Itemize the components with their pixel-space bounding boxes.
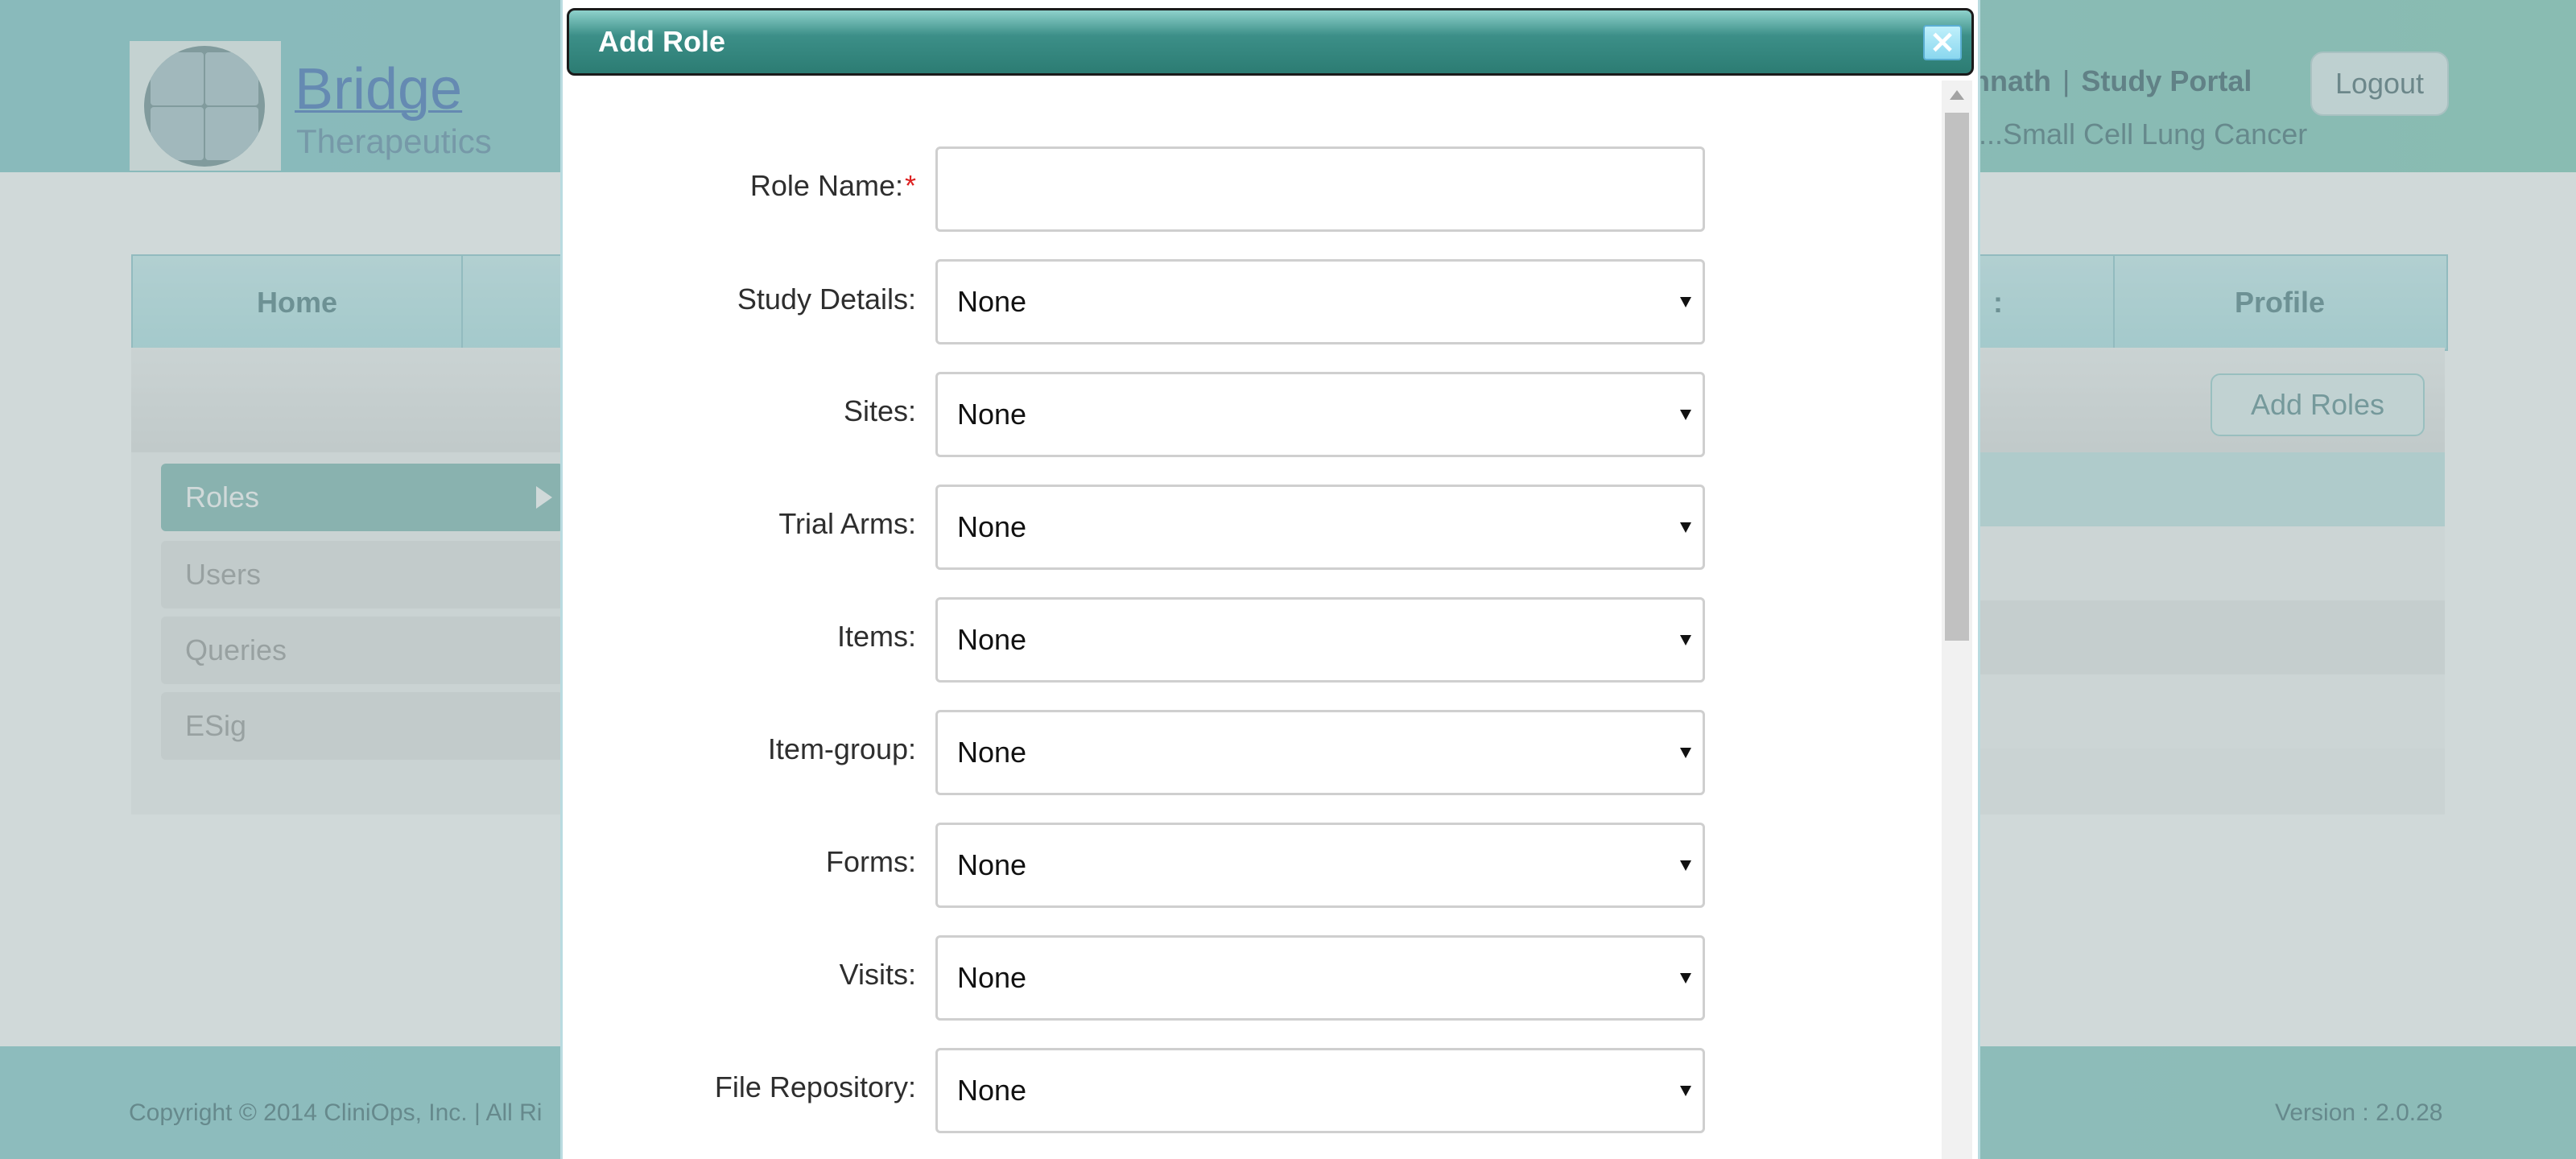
dropdown-arrow-icon xyxy=(1680,522,1691,533)
scrollbar-thumb[interactable] xyxy=(1945,113,1969,641)
select-value: None xyxy=(957,510,1027,543)
sites-select[interactable]: None xyxy=(935,372,1705,457)
role-name-input[interactable] xyxy=(935,146,1705,232)
select-value: None xyxy=(957,623,1027,656)
required-marker: * xyxy=(904,169,916,202)
file-repository-label: File Repository: xyxy=(714,1070,916,1103)
dropdown-arrow-icon xyxy=(1680,635,1691,645)
select-value: None xyxy=(957,736,1027,769)
item-group-label: Item-group: xyxy=(767,732,916,765)
forms-select[interactable]: None xyxy=(935,823,1705,908)
dialog-title: Add Role xyxy=(598,25,725,58)
select-value: None xyxy=(957,285,1027,318)
role-name-label: Role Name:* xyxy=(749,169,916,202)
study-details-select[interactable]: None xyxy=(935,259,1705,344)
dialog-scrollbar[interactable] xyxy=(1942,80,1972,1159)
dropdown-arrow-icon xyxy=(1680,860,1691,871)
visits-label: Visits: xyxy=(839,958,916,991)
sites-label: Sites: xyxy=(843,394,916,427)
items-label: Items: xyxy=(836,620,916,653)
dropdown-arrow-icon xyxy=(1680,297,1691,307)
study-details-label: Study Details: xyxy=(737,283,916,316)
dropdown-arrow-icon xyxy=(1680,748,1691,758)
dialog-titlebar[interactable]: Add Role × xyxy=(567,8,1974,76)
file-repository-select[interactable]: None xyxy=(935,1048,1705,1133)
select-value: None xyxy=(957,848,1027,881)
dropdown-arrow-icon xyxy=(1680,410,1691,420)
visits-select[interactable]: None xyxy=(935,935,1705,1021)
scroll-up-arrow-icon[interactable] xyxy=(1950,90,1964,100)
item-group-select[interactable]: None xyxy=(935,710,1705,795)
dropdown-arrow-icon xyxy=(1680,973,1691,984)
close-icon[interactable]: × xyxy=(1923,25,1962,60)
select-value: None xyxy=(957,1074,1027,1107)
select-value: None xyxy=(957,398,1027,431)
trial-arms-select[interactable]: None xyxy=(935,485,1705,570)
forms-label: Forms: xyxy=(826,845,916,878)
items-select[interactable]: None xyxy=(935,597,1705,683)
trial-arms-label: Trial Arms: xyxy=(778,507,916,540)
select-value: None xyxy=(957,961,1027,994)
dropdown-arrow-icon xyxy=(1680,1086,1691,1096)
